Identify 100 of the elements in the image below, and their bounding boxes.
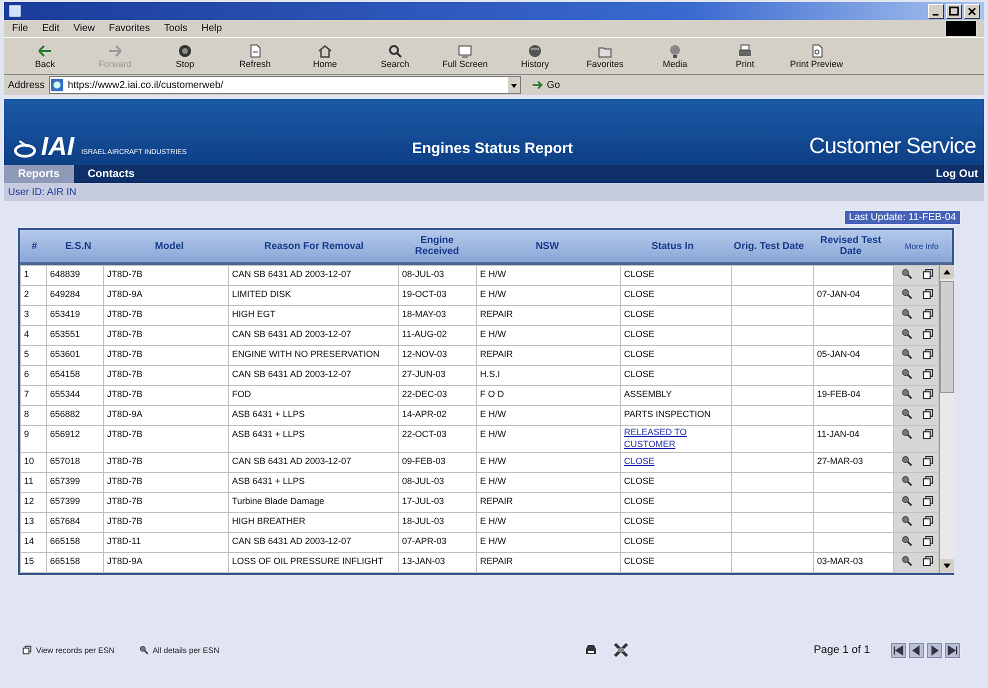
table-cell: HIGH EGT — [228, 306, 398, 326]
copy-icon[interactable] — [922, 388, 934, 400]
toolbar-button[interactable]: Back — [14, 42, 76, 70]
table-cell: JT8D-7B — [104, 492, 228, 512]
copy-icon[interactable] — [922, 495, 934, 507]
table-cell: 11 — [20, 472, 46, 492]
column-header[interactable]: Status In — [618, 230, 728, 264]
nav-tab[interactable]: Contacts — [74, 165, 149, 183]
copy-icon[interactable] — [922, 428, 934, 440]
column-header[interactable]: More Info — [891, 230, 952, 264]
column-header[interactable]: E.S.N — [48, 230, 108, 264]
table-cell: E H/W — [476, 426, 620, 452]
toolbar-button[interactable]: Media — [644, 42, 706, 70]
table-cell: E H/W — [476, 326, 620, 346]
table-cell: REPAIR — [476, 306, 620, 326]
previous-page-button[interactable] — [909, 642, 924, 658]
minimize-button[interactable] — [928, 4, 944, 18]
table-cell: PARTS INSPECTION — [620, 406, 732, 426]
search-icon[interactable] — [901, 535, 913, 547]
copy-icon[interactable] — [922, 268, 934, 280]
copy-icon[interactable] — [922, 455, 934, 467]
table-cell: 22-OCT-03 — [398, 426, 476, 452]
search-icon[interactable] — [901, 348, 913, 360]
screen-icon — [457, 43, 473, 59]
toolbar-button[interactable]: Search — [364, 42, 426, 70]
search-icon[interactable] — [901, 515, 913, 527]
copy-icon[interactable] — [922, 348, 934, 360]
table-cell: E H/W — [476, 452, 620, 472]
status-link[interactable]: CLOSE — [624, 455, 655, 467]
toolbar-button[interactable]: Stop — [154, 42, 216, 70]
table-cell: 657684 — [46, 512, 104, 532]
table-cell: CLOSE — [620, 472, 732, 492]
toolbar-button[interactable]: Full Screen — [434, 42, 496, 70]
toolbar-button[interactable]: Home — [294, 42, 356, 70]
footer-link[interactable]: All details per ESN — [138, 645, 220, 655]
search-icon — [138, 645, 149, 655]
search-icon[interactable] — [901, 268, 913, 280]
toolbar-button[interactable]: Print Preview — [784, 42, 850, 70]
table-cell: REPAIR — [476, 492, 620, 512]
table-cell: 657399 — [46, 492, 104, 512]
logout-link[interactable]: Log Out — [936, 168, 984, 180]
search-icon[interactable] — [901, 408, 913, 420]
section-title: Customer Service — [809, 133, 976, 159]
search-icon[interactable] — [901, 455, 913, 467]
menu-item[interactable]: Help — [201, 23, 222, 34]
copy-icon[interactable] — [922, 555, 934, 567]
search-icon[interactable] — [901, 495, 913, 507]
column-header[interactable]: Revised Test Date — [810, 230, 892, 264]
menu-item[interactable]: File — [12, 23, 28, 34]
toolbar-button[interactable]: Refresh — [224, 42, 286, 70]
search-icon[interactable] — [901, 555, 913, 567]
column-header[interactable]: # — [20, 230, 49, 264]
spreadsheet-x-icon[interactable] — [612, 642, 630, 658]
footer-link[interactable]: View records per ESN — [22, 645, 115, 655]
search-icon[interactable] — [901, 288, 913, 300]
menu-item[interactable]: Tools — [164, 23, 188, 34]
last-page-button[interactable] — [945, 642, 960, 658]
table-cell: 5 — [20, 346, 46, 366]
column-header[interactable]: Orig. Test Date — [728, 230, 810, 264]
copy-icon[interactable] — [922, 308, 934, 320]
column-header[interactable]: NSW — [476, 230, 618, 264]
search-icon[interactable] — [901, 368, 913, 380]
page-title: Engines Status Report — [412, 140, 573, 157]
column-header[interactable]: Model — [108, 230, 231, 264]
copy-icon[interactable] — [922, 408, 934, 420]
column-header[interactable]: Engine Received — [397, 230, 477, 264]
menu-item[interactable]: Favorites — [108, 23, 150, 34]
search-icon[interactable] — [901, 328, 913, 340]
table-cell: E H/W — [476, 286, 620, 306]
table-cell: CLOSE — [620, 326, 732, 346]
scrollbar-thumb[interactable] — [940, 281, 954, 393]
go-button[interactable]: Go — [524, 78, 566, 92]
scroll-down-button[interactable] — [940, 559, 954, 573]
address-field[interactable]: https://www2.iai.co.il/customerweb/ — [48, 76, 521, 94]
menu-item[interactable]: Edit — [42, 23, 60, 34]
search-icon[interactable] — [901, 428, 913, 440]
toolbar-button[interactable]: History — [504, 42, 566, 70]
copy-icon[interactable] — [922, 535, 934, 547]
table-cell: 13 — [20, 512, 46, 532]
copy-icon[interactable] — [922, 368, 934, 380]
toolbar-button[interactable]: Print — [714, 42, 776, 70]
first-page-icon — [892, 644, 905, 656]
next-page-button[interactable] — [927, 642, 942, 658]
search-icon[interactable] — [901, 388, 913, 400]
first-page-button[interactable] — [891, 642, 906, 658]
close-button[interactable] — [964, 4, 980, 18]
toolbar-button[interactable]: Favorites — [574, 42, 636, 70]
maximize-button[interactable] — [946, 4, 962, 18]
globe-icon — [527, 43, 543, 59]
dropdown-button[interactable] — [508, 77, 520, 93]
copy-icon[interactable] — [922, 515, 934, 527]
copy-icon[interactable] — [922, 475, 934, 487]
scroll-up-button[interactable] — [940, 265, 954, 279]
search-icon[interactable] — [901, 308, 913, 320]
scrollbar[interactable] — [939, 265, 954, 573]
copy-icon[interactable] — [922, 328, 934, 340]
column-header[interactable]: Reason For Removal — [230, 230, 398, 264]
search-icon[interactable] — [901, 475, 913, 487]
menu-item[interactable]: View — [73, 23, 95, 34]
copy-icon[interactable] — [922, 288, 934, 300]
